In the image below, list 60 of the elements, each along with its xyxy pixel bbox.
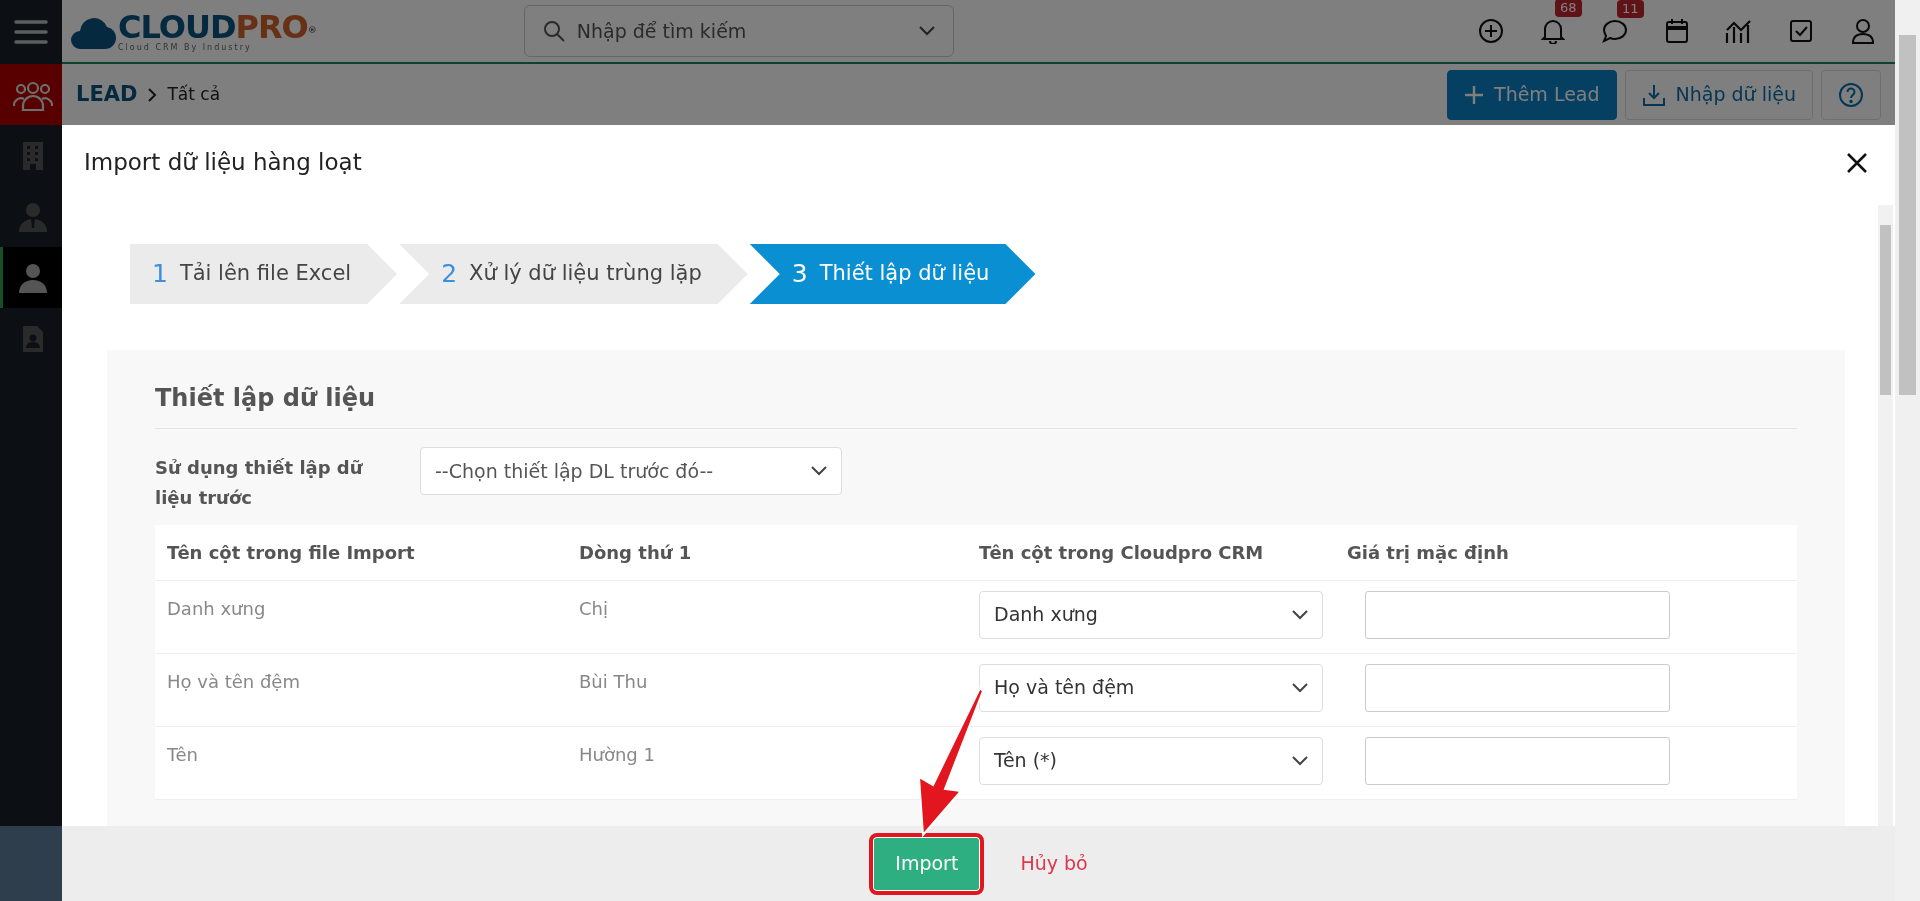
chevron-icon [147, 86, 158, 103]
wizard-step[interactable]: 2 Xử lý dữ liệu trùng lặp [399, 244, 748, 304]
panel-title: Thiết lập dữ liệu [155, 380, 1797, 429]
count-badge: 11 [1617, 0, 1644, 18]
table-cell: Chị [579, 597, 608, 619]
breadcrumb-current: Tất cả [167, 82, 221, 106]
column-header: Dòng thứ 1 [579, 541, 692, 563]
checkbox-icon[interactable] [1789, 19, 1813, 43]
wizard-step[interactable]: 3 Thiết lập dữ liệu [749, 244, 1036, 304]
field-label: Sử dụng thiết lập dữ liệu trước [155, 456, 364, 510]
add-icon[interactable] [1478, 18, 1504, 44]
scrollbar[interactable] [1895, 0, 1920, 901]
building-icon [21, 140, 44, 171]
table-cell: Hường 1 [579, 743, 655, 765]
default-value-input[interactable] [1365, 663, 1670, 712]
chevron-icon [1292, 682, 1308, 693]
action-button[interactable]: Nhập dữ liệu [1624, 69, 1813, 120]
column-header: Tên cột trong Cloudpro CRM [979, 541, 1264, 563]
sidebar-item[interactable] [0, 247, 62, 308]
default-value-input[interactable] [1365, 736, 1670, 785]
user-icon[interactable] [1851, 18, 1875, 44]
modal-title: Import dữ liệu hàng loạt [84, 148, 362, 178]
person-icon [17, 262, 48, 293]
calendar-icon[interactable] [1665, 18, 1689, 44]
chevron-icon [918, 26, 935, 36]
chat-icon[interactable] [1602, 19, 1628, 43]
import-button[interactable]: Import [869, 832, 985, 895]
default-value-input[interactable] [1365, 590, 1670, 639]
help-button[interactable] [1821, 69, 1881, 120]
help-icon [1838, 81, 1864, 108]
sidebar-item[interactable] [0, 64, 62, 125]
table-cell: Bùi Thu [579, 670, 648, 692]
field-select[interactable]: Họ và tên đệm [979, 663, 1323, 712]
table-cell: Danh xưng [167, 597, 266, 619]
search-icon [542, 20, 565, 42]
chart-icon[interactable] [1724, 18, 1754, 44]
person-icon [17, 201, 48, 232]
chevron-icon [1292, 609, 1308, 620]
search-field[interactable]: Nhập để tìm kiếm [523, 5, 954, 57]
chevron-icon [1292, 755, 1308, 766]
plus-icon [1464, 84, 1485, 105]
preset-select[interactable]: --Chọn thiết lập DL trước đó-- [420, 447, 842, 495]
bell-icon[interactable] [1541, 18, 1565, 44]
scrollbar[interactable] [1878, 205, 1893, 826]
table-cell: Họ và tên đệm [167, 670, 300, 692]
logo: CLOUDPRO$^{®}$ Cloud CRM By Industry [70, 10, 316, 52]
module-link[interactable]: LEAD [76, 78, 138, 111]
table-cell: Tên [167, 743, 198, 765]
column-header: Tên cột trong file Import [167, 541, 415, 563]
chevron-icon [811, 466, 827, 476]
column-header: Giá trị mặc định [1347, 541, 1509, 563]
wizard-step[interactable]: 1 Tải lên file Excel [130, 244, 398, 304]
cancel-link[interactable]: Hủy bỏ [1020, 849, 1088, 878]
download-icon [1641, 82, 1666, 107]
menu-icon[interactable] [14, 19, 48, 45]
field-select[interactable]: Tên (*) [979, 736, 1323, 785]
field-select[interactable]: Danh xưng [979, 590, 1323, 639]
document-icon [21, 324, 44, 353]
count-badge: 68 [1555, 0, 1582, 17]
action-button[interactable]: Thêm Lead [1447, 69, 1617, 120]
